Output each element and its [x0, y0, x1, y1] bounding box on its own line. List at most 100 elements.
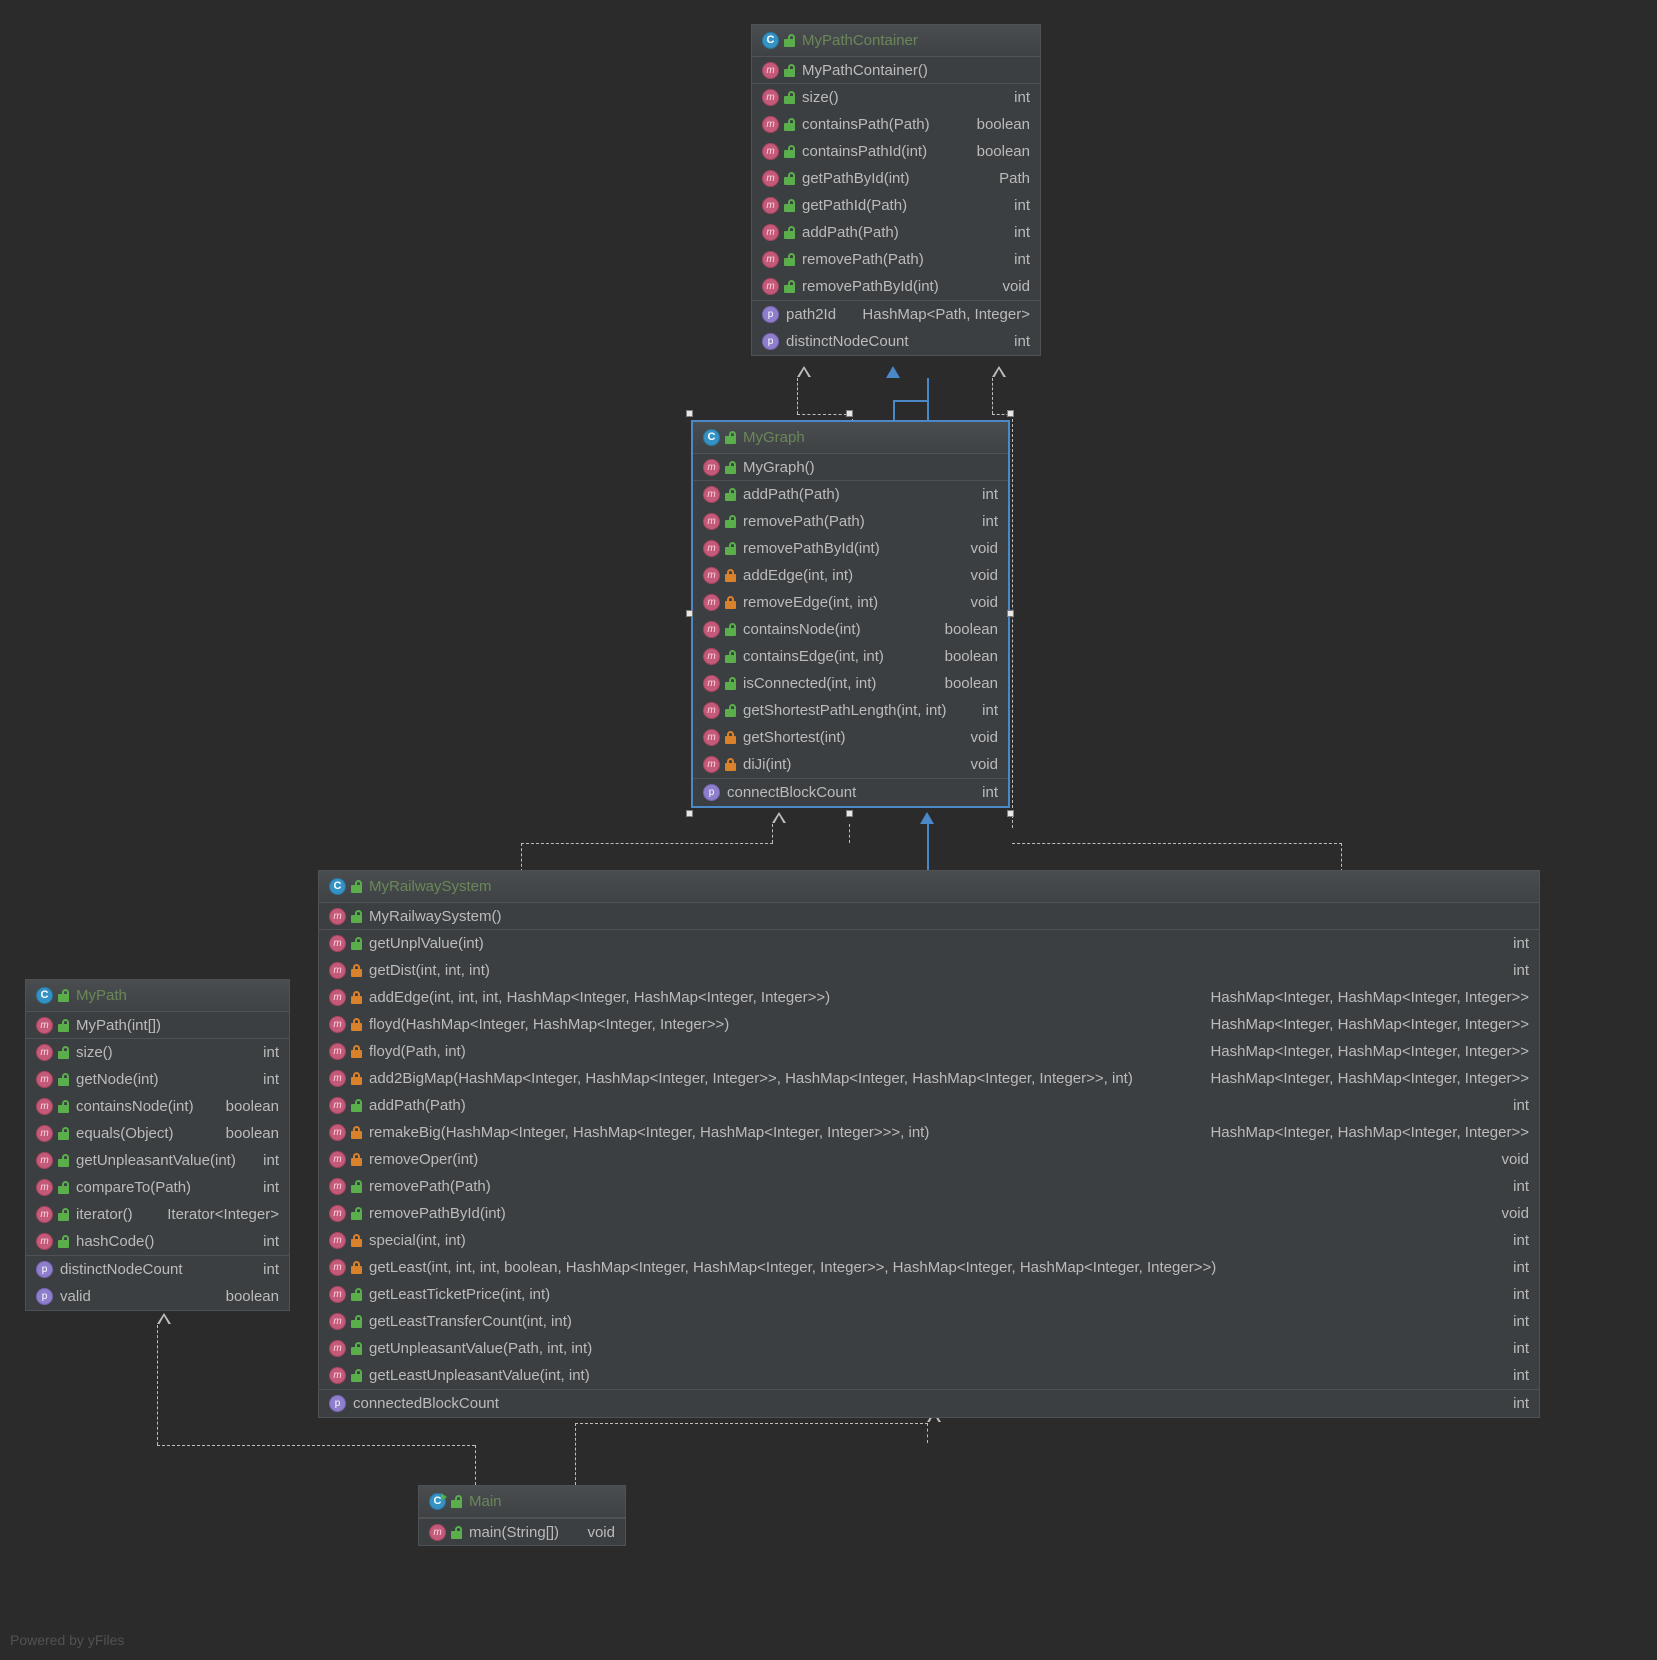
fields-section: p connectBlockCount int — [693, 778, 1008, 806]
selection-handle[interactable] — [846, 810, 853, 817]
unlock-icon — [784, 91, 795, 104]
class-header-main[interactable]: C Main — [419, 1486, 625, 1518]
method-row[interactable]: m getLeastTicketPrice(int, int) int — [319, 1281, 1539, 1308]
method-row[interactable]: m containsPathId(int) boolean — [752, 138, 1040, 165]
inheritance-arrow-mygraph — [920, 812, 934, 824]
constructor-row[interactable]: m MyPathContainer() — [752, 57, 1040, 84]
method-row[interactable]: m addPath(Path) int — [693, 481, 1008, 508]
method-row[interactable]: m addEdge(int, int, int, HashMap<Integer,… — [319, 984, 1539, 1011]
method-row[interactable]: m removePath(Path) int — [752, 246, 1040, 273]
field-row[interactable]: p distinctNodeCount int — [26, 1256, 289, 1283]
lock-icon — [351, 991, 362, 1004]
method-row[interactable]: m getLeastUnpleasantValue(int, int) int — [319, 1362, 1539, 1389]
selection-handle[interactable] — [1007, 610, 1014, 617]
method-row[interactable]: m removePath(Path) int — [693, 508, 1008, 535]
method-row[interactable]: m removePath(Path) int — [319, 1173, 1539, 1200]
selection-handle[interactable] — [686, 410, 693, 417]
method-row[interactable]: m isConnected(int, int) boolean — [693, 670, 1008, 697]
member-label: MyGraph() — [743, 458, 815, 476]
method-row[interactable]: m compareTo(Path) int — [26, 1174, 289, 1201]
selection-handle[interactable] — [1007, 410, 1014, 417]
method-row[interactable]: m addPath(Path) int — [752, 219, 1040, 246]
method-row[interactable]: m special(int, int) int — [319, 1227, 1539, 1254]
method-icon: m — [703, 648, 720, 665]
method-row[interactable]: m main(String[]) void — [419, 1518, 625, 1545]
unlock-icon — [58, 1235, 69, 1248]
method-row[interactable]: m removePathById(int) void — [319, 1200, 1539, 1227]
return-type: int — [1513, 1313, 1529, 1330]
constructor-row[interactable]: m MyGraph() — [693, 454, 1008, 481]
selection-handle[interactable] — [686, 610, 693, 617]
method-row[interactable]: m getPathId(Path) int — [752, 192, 1040, 219]
member-label: removePathById(int) — [369, 1205, 506, 1222]
class-box-mygraph[interactable]: C MyGraph m MyGraph() m addPath(Path) int … — [692, 421, 1009, 807]
method-row[interactable]: m removePathById(int) void — [752, 273, 1040, 300]
method-icon: m — [36, 1016, 53, 1034]
unlock-icon — [351, 1099, 362, 1112]
member-label: getShortest(int) — [743, 729, 846, 746]
method-row[interactable]: m hashCode() int — [26, 1228, 289, 1255]
method-row[interactable]: m getShortest(int) void — [693, 724, 1008, 751]
method-row[interactable]: m removePathById(int) void — [693, 535, 1008, 562]
return-type: int — [1513, 1367, 1529, 1384]
method-row[interactable]: m getUnpleasantValue(int) int — [26, 1147, 289, 1174]
method-row[interactable]: m containsNode(int) boolean — [26, 1093, 289, 1120]
method-row[interactable]: m containsPath(Path) boolean — [752, 111, 1040, 138]
unlock-icon — [58, 1073, 69, 1086]
method-row[interactable]: m remakeBig(HashMap<Integer, HashMap<Inte… — [319, 1119, 1539, 1146]
method-row[interactable]: m containsNode(int) boolean — [693, 616, 1008, 643]
constructor-row[interactable]: m MyPath(int[]) — [26, 1012, 289, 1039]
class-icon: C — [703, 429, 720, 446]
method-row[interactable]: m getNode(int) int — [26, 1066, 289, 1093]
member-label: distinctNodeCount — [786, 333, 909, 350]
selection-handle[interactable] — [686, 810, 693, 817]
return-type: boolean — [944, 675, 998, 692]
method-row[interactable]: m floyd(HashMap<Integer, HashMap<Integer,… — [319, 1011, 1539, 1038]
member-label: floyd(Path, int) — [369, 1043, 466, 1060]
method-row[interactable]: m removeEdge(int, int) void — [693, 589, 1008, 616]
field-row[interactable]: p connectBlockCount int — [693, 779, 1008, 806]
method-row[interactable]: m addEdge(int, int) void — [693, 562, 1008, 589]
methods-section: m addPath(Path) int m removePath(Path) int m… — [693, 481, 1008, 778]
method-row[interactable]: m getUnpleasantValue(Path, int, int) int — [319, 1335, 1539, 1362]
field-row[interactable]: p distinctNodeCount int — [752, 328, 1040, 355]
dependency-line-mypath-h — [157, 1445, 475, 1446]
field-row[interactable]: p path2Id HashMap<Path, Integer> — [752, 301, 1040, 328]
unlock-icon — [451, 1525, 462, 1539]
class-box-mypathcontainer[interactable]: C MyPathContainer m MyPathContainer() m s… — [751, 24, 1041, 356]
method-row[interactable]: m add2BigMap(HashMap<Integer, HashMap<Int… — [319, 1065, 1539, 1092]
class-box-mypath[interactable]: C MyPath m MyPath(int[]) m size() int m get… — [25, 979, 290, 1311]
method-row[interactable]: m floyd(Path, int) HashMap<Integer, HashMa… — [319, 1038, 1539, 1065]
method-row[interactable]: m getPathById(int) Path — [752, 165, 1040, 192]
method-row[interactable]: m size() int — [752, 84, 1040, 111]
method-row[interactable]: m containsEdge(int, int) boolean — [693, 643, 1008, 670]
method-row[interactable]: m diJi(int) void — [693, 751, 1008, 778]
field-row[interactable]: p connectedBlockCount int — [319, 1390, 1539, 1417]
method-row[interactable]: m equals(Object) boolean — [26, 1120, 289, 1147]
method-row[interactable]: m size() int — [26, 1039, 289, 1066]
method-row[interactable]: m iterator() Iterator<Integer> — [26, 1201, 289, 1228]
lock-icon — [725, 758, 736, 771]
method-row[interactable]: m getUnplValue(int) int — [319, 930, 1539, 957]
method-row[interactable]: m addPath(Path) int — [319, 1092, 1539, 1119]
class-box-myrailwaysystem[interactable]: C MyRailwaySystem m MyRailwaySystem() m g… — [318, 870, 1540, 1418]
unlock-icon — [58, 1154, 69, 1167]
class-box-main[interactable]: C Main m main(String[]) void — [418, 1485, 626, 1546]
field-row[interactable]: p valid boolean — [26, 1283, 289, 1310]
method-icon: m — [329, 907, 346, 925]
method-row[interactable]: m removeOper(int) void — [319, 1146, 1539, 1173]
member-label: containsPathId(int) — [802, 143, 928, 160]
class-header-mygraph[interactable]: C MyGraph — [693, 422, 1008, 454]
class-header-myrailwaysystem[interactable]: C MyRailwaySystem — [319, 871, 1539, 903]
class-header-mypathcontainer[interactable]: C MyPathContainer — [752, 25, 1040, 57]
method-row[interactable]: m getLeast(int, int, int, boolean, HashMa… — [319, 1254, 1539, 1281]
method-row[interactable]: m getDist(int, int, int) int — [319, 957, 1539, 984]
constructor-row[interactable]: m MyRailwaySystem() — [319, 903, 1539, 930]
fields-section: p connectedBlockCount int — [319, 1389, 1539, 1417]
method-row[interactable]: m getShortestPathLength(int, int) int — [693, 697, 1008, 724]
selection-handle[interactable] — [846, 410, 853, 417]
selection-handle[interactable] — [1007, 810, 1014, 817]
method-row[interactable]: m getLeastTransferCount(int, int) int — [319, 1308, 1539, 1335]
class-header-mypath[interactable]: C MyPath — [26, 980, 289, 1012]
member-label: connectedBlockCount — [353, 1395, 499, 1412]
